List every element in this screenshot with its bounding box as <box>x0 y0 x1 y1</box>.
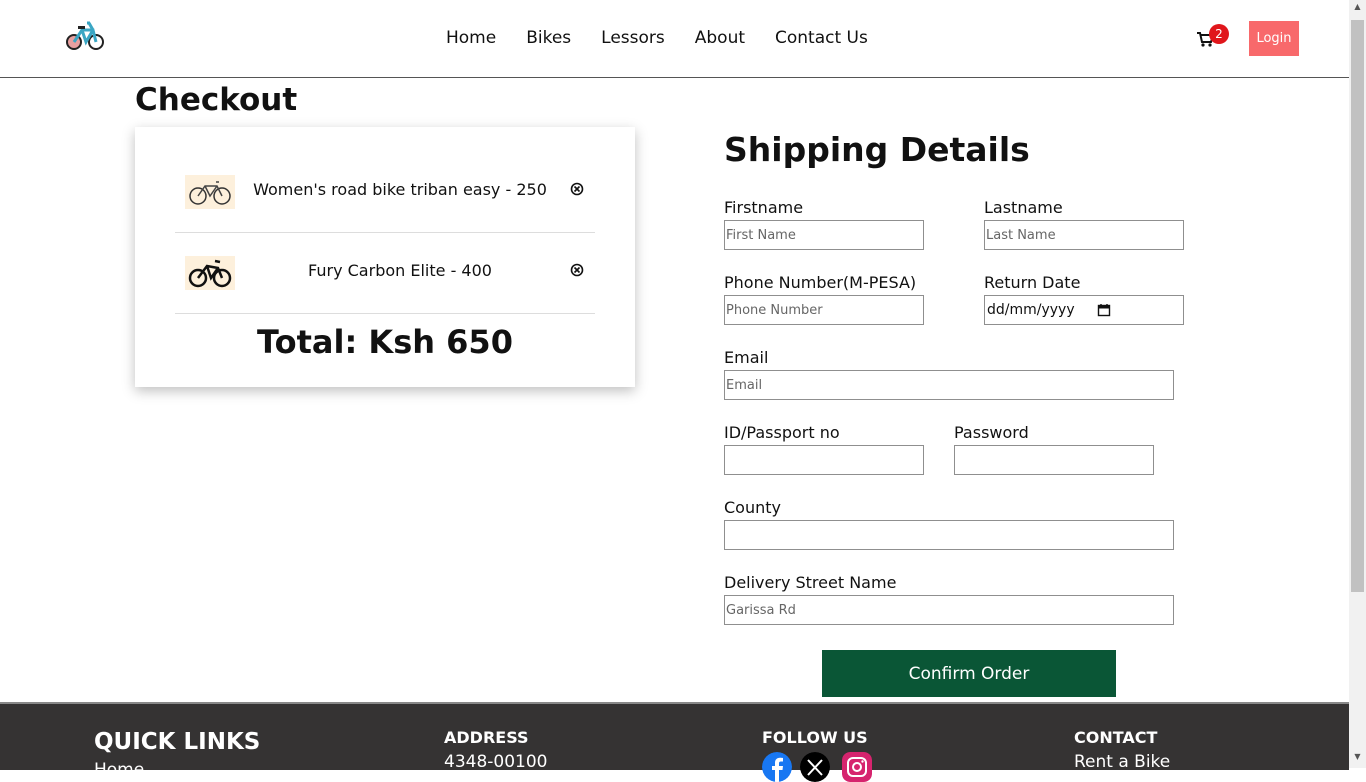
cart-summary-card: Women's road bike triban easy - 250 Fury… <box>135 127 635 387</box>
nav-home[interactable]: Home <box>446 28 496 48</box>
x-twitter-icon[interactable] <box>800 752 830 782</box>
quick-links-title: QUICK LINKS <box>94 729 261 755</box>
return-date-label: Return Date <box>984 273 1081 292</box>
quick-link-home[interactable]: Home <box>94 760 144 780</box>
mountain-bike-thumbnail <box>185 256 235 290</box>
scrollbar-thumb[interactable] <box>1351 20 1364 592</box>
cart-count-badge: 2 <box>1209 24 1229 44</box>
calendar-icon[interactable] <box>1097 303 1111 317</box>
password-input[interactable] <box>954 445 1154 475</box>
id-passport-input[interactable] <box>724 445 924 475</box>
firstname-input[interactable] <box>724 220 924 250</box>
checkout-title: Checkout <box>135 82 298 118</box>
nav-lessors[interactable]: Lessors <box>601 28 665 48</box>
county-input[interactable] <box>724 520 1174 550</box>
remove-item-icon[interactable] <box>570 263 584 277</box>
remove-item-icon[interactable] <box>570 182 584 196</box>
phone-label: Phone Number(M-PESA) <box>724 273 917 292</box>
bike-logo-icon[interactable] <box>65 17 105 53</box>
address-line: 4348-00100 <box>444 752 548 772</box>
password-label: Password <box>954 423 1029 442</box>
cart-item-label: Fury Carbon Elite - 400 <box>308 261 492 280</box>
firstname-label: Firstname <box>724 198 804 217</box>
follow-us-title: FOLLOW US <box>762 728 868 747</box>
login-button[interactable]: Login <box>1249 21 1299 56</box>
return-date-value: dd/mm/yyyy <box>987 302 1075 318</box>
address-title: ADDRESS <box>444 728 529 747</box>
cart-item: Fury Carbon Elite - 400 <box>175 233 595 314</box>
lastname-label: Lastname <box>984 198 1063 217</box>
contact-line[interactable]: Rent a Bike <box>1074 752 1170 772</box>
nav-contact-us[interactable]: Contact Us <box>775 28 868 48</box>
phone-input[interactable] <box>724 295 924 325</box>
cart-item-label: Women's road bike triban easy - 250 <box>253 180 547 199</box>
county-label: County <box>724 498 781 517</box>
scroll-down-arrow-icon[interactable]: ▼ <box>1351 752 1364 766</box>
facebook-icon[interactable] <box>762 752 792 782</box>
site-header: Home Bikes Lessors About Contact Us 2 Lo… <box>0 0 1349 78</box>
id-passport-label: ID/Passport no <box>724 423 840 442</box>
lastname-input[interactable] <box>984 220 1184 250</box>
street-input[interactable] <box>724 595 1174 625</box>
street-label: Delivery Street Name <box>724 573 897 592</box>
instagram-icon[interactable] <box>842 752 872 782</box>
main-nav: Home Bikes Lessors About Contact Us <box>446 28 898 48</box>
email-input[interactable] <box>724 370 1174 400</box>
shipping-details-title: Shipping Details <box>724 130 1030 169</box>
return-date-input[interactable]: dd/mm/yyyy <box>984 295 1184 325</box>
road-bike-thumbnail <box>185 175 235 209</box>
site-footer: QUICK LINKS Home ADDRESS 4348-00100 FOLL… <box>0 702 1349 782</box>
email-label: Email <box>724 348 769 367</box>
nav-about[interactable]: About <box>695 28 745 48</box>
nav-bikes[interactable]: Bikes <box>526 28 571 48</box>
cart-total: Total: Ksh 650 <box>257 323 513 361</box>
contact-title: CONTACT <box>1074 728 1158 747</box>
scroll-up-arrow-icon[interactable]: ▲ <box>1351 2 1364 16</box>
cart-item: Women's road bike triban easy - 250 <box>175 152 595 233</box>
confirm-order-button[interactable]: Confirm Order <box>822 650 1116 697</box>
